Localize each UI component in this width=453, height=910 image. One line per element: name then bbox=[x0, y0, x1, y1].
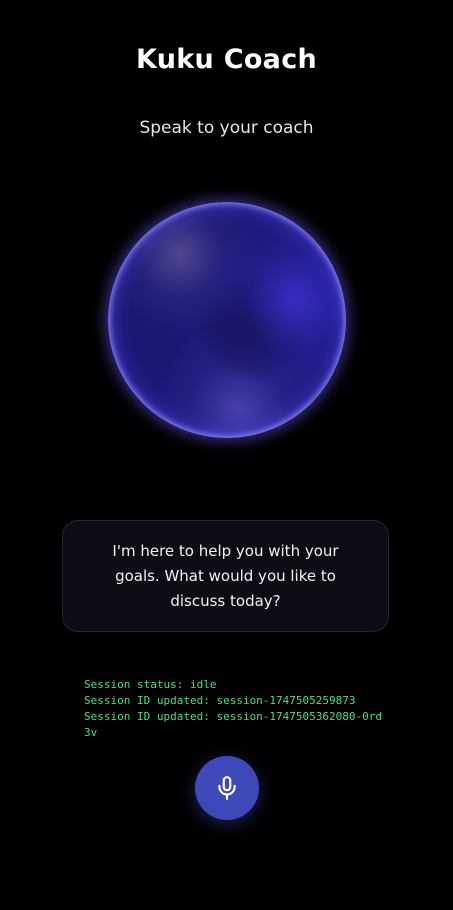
page-subtitle: Speak to your coach bbox=[139, 118, 314, 138]
coach-message-text: I'm here to help you with your goals. Wh… bbox=[112, 541, 339, 610]
voice-orb bbox=[108, 202, 346, 438]
log-line: Session status: idle bbox=[84, 678, 217, 691]
session-log: Session status: idle Session ID updated:… bbox=[84, 677, 384, 741]
app-title: Kuku Coach bbox=[135, 44, 318, 75]
app-screen: Kuku Coach Speak to your coach I'm here … bbox=[0, 0, 453, 910]
log-line: Session ID updated: session-174750525987… bbox=[84, 694, 356, 707]
log-line: Session ID updated: session-174750536208… bbox=[84, 710, 383, 739]
microphone-icon bbox=[218, 776, 236, 800]
coach-message-card: I'm here to help you with your goals. Wh… bbox=[62, 520, 389, 632]
microphone-button[interactable] bbox=[195, 756, 259, 820]
